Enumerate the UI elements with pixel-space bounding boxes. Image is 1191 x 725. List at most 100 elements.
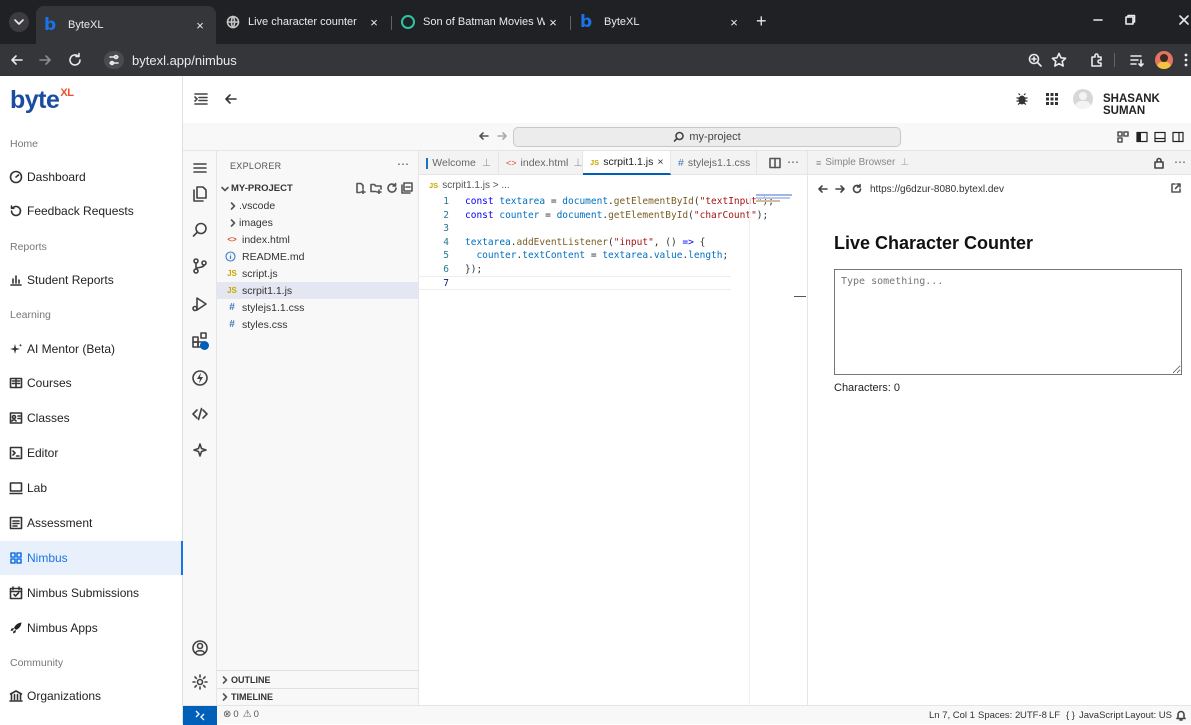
sidebar-item-organizations[interactable]: Organizations — [0, 679, 183, 713]
panel-more-icon[interactable]: ⋯ — [1174, 155, 1186, 169]
close-tab-icon[interactable]: × — [545, 15, 561, 30]
sidebar-item-ai-mentor[interactable]: AI Mentor (Beta) — [0, 332, 183, 366]
new-file-icon[interactable] — [354, 182, 366, 194]
tree-item-images[interactable]: images — [217, 214, 419, 231]
nav-forward-icon[interactable] — [495, 129, 509, 143]
sb-reload-icon[interactable] — [851, 183, 863, 195]
site-settings-icon[interactable] — [104, 51, 124, 69]
reload-icon[interactable] — [66, 51, 84, 69]
tree-item-vscode[interactable]: .vscode — [217, 197, 419, 214]
source-control-icon[interactable] — [191, 257, 209, 275]
editor-tab-index-html[interactable]: <> index.html ⊥ — [499, 151, 583, 175]
sidebar-item-courses[interactable]: Courses — [0, 366, 183, 400]
new-tab-button[interactable]: + — [756, 12, 767, 30]
browser-tab-son-of-batman[interactable]: Son of Batman Movies Watch F × — [393, 8, 569, 36]
minimize-window-icon[interactable] — [1092, 14, 1104, 26]
editor-tab-scrpit1-1-js[interactable]: JS scrpit1.1.js × — [583, 151, 671, 175]
sidebar-item-lab[interactable]: Lab — [0, 471, 183, 505]
explorer-files-icon[interactable] — [191, 185, 209, 203]
extensions-puzzle-icon[interactable] — [1088, 51, 1106, 69]
sidebar-item-feedback-requests[interactable]: Feedback Requests — [0, 194, 183, 228]
close-tab-icon[interactable]: × — [192, 18, 208, 33]
back-arrow-icon[interactable] — [8, 51, 26, 69]
pin-icon[interactable]: ⊥ — [900, 157, 909, 168]
browser-tab-bytexl[interactable]: b ByteXL × — [36, 6, 216, 44]
close-tab-icon[interactable]: × — [657, 156, 663, 168]
sidebar-item-dashboard[interactable]: Dashboard — [0, 160, 183, 194]
code-brackets-icon[interactable] — [191, 405, 209, 423]
apps-grid-icon[interactable] — [1045, 92, 1059, 106]
bookmark-star-icon[interactable] — [1050, 51, 1068, 69]
sidebar-item-assessment[interactable]: Assessment — [0, 506, 183, 540]
lock-icon[interactable] — [1152, 156, 1166, 170]
nav-back-icon[interactable] — [477, 129, 491, 143]
sidebar-item-nimbus-apps[interactable]: Nimbus Apps — [0, 611, 183, 645]
line-ending[interactable]: LF — [1049, 710, 1060, 721]
code-area[interactable]: 1 const textarea = document.getElementByI… — [419, 195, 774, 295]
pin-icon[interactable]: ⊥ — [573, 157, 582, 169]
settings-gear-icon[interactable] — [191, 673, 209, 691]
collapse-menu-icon[interactable] — [193, 91, 209, 107]
restore-window-icon[interactable] — [1124, 14, 1136, 26]
bug-icon[interactable] — [1015, 92, 1029, 106]
tree-item-index-html[interactable]: <> index.html — [217, 231, 419, 248]
extensions-icon[interactable] — [191, 331, 209, 350]
search-icon[interactable] — [191, 221, 209, 239]
simple-browser-tab[interactable]: ≡ Simple Browser ⊥ — [816, 157, 909, 168]
user-avatar[interactable] — [1073, 89, 1093, 109]
sidebar-item-editor[interactable]: Editor — [0, 436, 183, 470]
browser-menu-icon[interactable] — [1184, 53, 1188, 67]
refresh-explorer-icon[interactable] — [386, 182, 398, 194]
command-center[interactable]: my-project — [513, 127, 901, 147]
zoom-icon[interactable] — [1026, 51, 1044, 69]
tree-item-readme[interactable]: README.md — [217, 248, 419, 265]
close-tab-icon[interactable]: × — [726, 15, 742, 30]
editor-tab-welcome[interactable]: Welcome ⊥ — [419, 151, 499, 175]
timeline-section[interactable]: TIMELINE — [217, 688, 419, 705]
sidebar-item-classes[interactable]: Classes — [0, 401, 183, 435]
editor-more-icon[interactable]: ⋯ — [787, 155, 799, 169]
sidebar-item-nimbus-submissions[interactable]: Nimbus Submissions — [0, 576, 183, 610]
new-folder-icon[interactable] — [370, 182, 382, 194]
accounts-icon[interactable] — [191, 639, 209, 657]
toggle-panel-icon[interactable] — [1154, 131, 1166, 143]
profile-avatar[interactable] — [1155, 51, 1173, 69]
customize-layout-icon[interactable] — [1117, 131, 1129, 143]
notifications-bell-icon[interactable] — [1175, 709, 1187, 721]
user-name[interactable]: SHASANK SUMAN — [1103, 93, 1191, 117]
tree-item-scrpit1-1-js[interactable]: JS scrpit1.1.js — [217, 282, 419, 299]
menu-hamburger-icon[interactable] — [191, 159, 209, 177]
tab-search-button[interactable] — [9, 12, 29, 32]
lightning-icon[interactable] — [191, 369, 209, 387]
minimap[interactable] — [749, 191, 807, 705]
toggle-sidebar-icon[interactable] — [1136, 131, 1148, 143]
browser-tab-live-character-counter[interactable]: Live character counter × — [218, 8, 390, 36]
cursor-position[interactable]: Ln 7, Col 1 — [929, 710, 975, 721]
close-tab-icon[interactable]: × — [366, 15, 382, 30]
close-window-icon[interactable] — [1178, 14, 1190, 26]
collapse-folders-icon[interactable] — [401, 182, 413, 194]
remote-indicator[interactable] — [183, 706, 217, 725]
toggle-secondary-sidebar-icon[interactable] — [1172, 131, 1184, 143]
back-icon[interactable] — [223, 91, 239, 107]
explorer-more-icon[interactable]: ⋯ — [397, 157, 409, 171]
ai-sparkle-icon[interactable] — [191, 441, 209, 459]
tree-item-stylejs1-1-css[interactable]: # stylejs1.1.css — [217, 299, 419, 316]
bytexl-logo[interactable]: byteXL — [10, 86, 74, 115]
split-editor-icon[interactable] — [769, 157, 781, 169]
run-debug-icon[interactable] — [191, 295, 209, 313]
problems-indicator[interactable]: ⊗ 0 ⚠ 0 — [223, 709, 259, 720]
sb-back-icon[interactable] — [817, 183, 829, 195]
language-mode[interactable]: { } JavaScript — [1066, 710, 1123, 721]
text-input[interactable] — [834, 269, 1182, 375]
breadcrumb[interactable]: JS scrpit1.1.js > ... — [429, 180, 510, 191]
sb-forward-icon[interactable] — [834, 183, 846, 195]
encoding[interactable]: UTF-8 — [1020, 710, 1047, 721]
keyboard-layout[interactable]: Layout: US — [1125, 710, 1172, 721]
address-bar[interactable]: bytexl.app/nimbus — [100, 47, 1000, 73]
sidebar-item-nimbus[interactable]: Nimbus — [0, 541, 183, 575]
sidebar-item-student-reports[interactable]: Student Reports — [0, 263, 183, 297]
tree-item-script-js[interactable]: JS script.js — [217, 265, 419, 282]
forward-arrow-icon[interactable] — [36, 51, 54, 69]
editor-tab-stylejs1-1-css[interactable]: # stylejs1.1.css — [671, 151, 757, 175]
